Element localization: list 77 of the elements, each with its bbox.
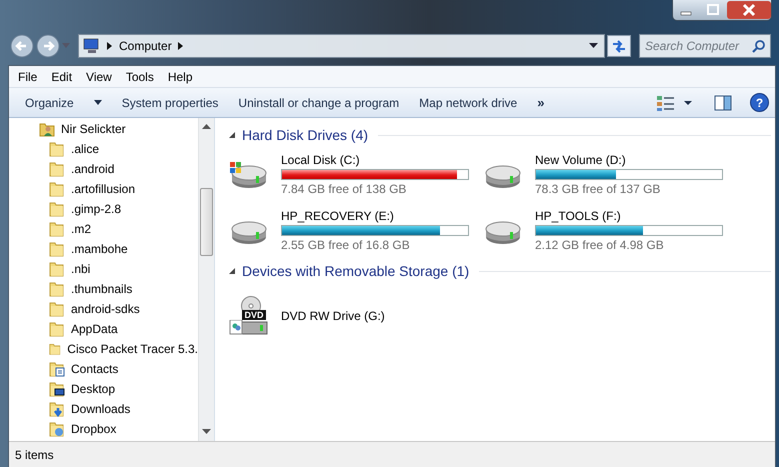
- tree-item[interactable]: Dropbox: [49, 419, 198, 439]
- folder-icon: [49, 341, 62, 357]
- free-space-text: 7.84 GB free of 138 GB: [281, 182, 408, 196]
- contacts-folder-icon: [49, 361, 65, 377]
- chevron-icon: [178, 42, 184, 50]
- dropbox-folder-icon: [49, 421, 65, 437]
- drive-drawing: [229, 320, 269, 336]
- tree-item[interactable]: .mambohe: [49, 239, 198, 259]
- collapse-icon[interactable]: [229, 132, 236, 138]
- folder-icon: [49, 201, 65, 217]
- tree-item[interactable]: Nir Selickter: [39, 119, 198, 139]
- menu-item[interactable]: View: [79, 70, 119, 84]
- tree-item[interactable]: .android: [49, 159, 198, 179]
- toolbar-button[interactable]: Map network drive: [411, 92, 526, 112]
- tree-item[interactable]: .artofillusion: [49, 179, 198, 199]
- folder-icon: [49, 181, 65, 197]
- tree-item[interactable]: .alice: [49, 139, 198, 159]
- drive-name[interactable]: New Volume (D:): [535, 152, 723, 166]
- tree-item[interactable]: android-sdks: [49, 299, 198, 319]
- more-button[interactable]: »: [529, 92, 552, 113]
- folder-icon: [49, 221, 65, 237]
- location-text: Computer: [119, 39, 172, 53]
- folder-icon: [49, 141, 65, 157]
- folder-icon: [49, 161, 65, 177]
- address-bar[interactable]: Computer: [78, 34, 605, 58]
- close-icon[interactable]: [727, 1, 771, 19]
- drive-name[interactable]: DVD RW Drive (G:): [281, 309, 385, 323]
- tree-item[interactable]: .gimp-2.8: [49, 199, 198, 219]
- scroll-down-icon[interactable]: [202, 429, 211, 435]
- drive-name[interactable]: Local Disk (C:): [281, 152, 469, 166]
- free-space-text: 78.3 GB free of 137 GB: [535, 182, 662, 196]
- toolbar-button[interactable]: System properties: [114, 92, 226, 112]
- folder-icon: [49, 321, 65, 337]
- tree-item[interactable]: Downloads: [49, 399, 198, 419]
- tree-item[interactable]: Desktop: [49, 379, 198, 399]
- search-icon: [752, 39, 766, 53]
- help-button[interactable]: ?: [750, 93, 769, 112]
- scrollbar-thumb[interactable]: [200, 188, 213, 256]
- status-text: 5 items: [9, 441, 775, 467]
- menu-item[interactable]: Edit: [44, 70, 80, 84]
- folder-icon: [49, 281, 65, 297]
- desktop-folder-icon: [49, 381, 65, 397]
- menu-item[interactable]: File: [11, 70, 44, 84]
- tree-item[interactable]: .thumbnails: [49, 279, 198, 299]
- tree-item[interactable]: AppData: [49, 319, 198, 339]
- drive-name[interactable]: HP_RECOVERY (E:): [281, 208, 469, 222]
- chevron-icon: [107, 42, 113, 50]
- folder-icon: [49, 301, 65, 317]
- toolbar-button[interactable]: Uninstall or change a program: [230, 92, 408, 112]
- search-field[interactable]: Search Computer: [639, 34, 771, 58]
- folder-icon: [49, 261, 65, 277]
- downloads-folder-icon: [49, 401, 65, 417]
- collapse-icon[interactable]: [229, 268, 236, 274]
- free-space-text: 2.12 GB free of 4.98 GB: [535, 238, 665, 252]
- computer-icon: [83, 38, 101, 54]
- organize-button[interactable]: Organize: [17, 92, 110, 112]
- refresh-icon[interactable]: [607, 35, 631, 57]
- back-icon[interactable]: [10, 34, 34, 58]
- tree-item[interactable]: .m2: [49, 219, 198, 239]
- user-folder-icon: [39, 121, 55, 137]
- dropdown-icon[interactable]: [589, 43, 598, 49]
- group-heading[interactable]: Devices with Removable Storage (1): [242, 263, 470, 279]
- drive-name[interactable]: HP_TOOLS (F:): [535, 208, 723, 222]
- tree-item[interactable]: Contacts: [49, 359, 198, 379]
- menu-item[interactable]: Help: [160, 70, 200, 84]
- preview-pane-icon[interactable]: [714, 94, 732, 110]
- tree-item[interactable]: .nbi: [49, 259, 198, 279]
- free-space-text: 2.55 GB free of 16.8 GB: [281, 238, 411, 252]
- tree-item[interactable]: Cisco Packet Tracer 5.3.: [49, 339, 198, 359]
- scroll-up-icon[interactable]: [202, 124, 211, 130]
- dvd-label: DVD: [242, 310, 266, 320]
- group-heading[interactable]: Hard Disk Drives (4): [242, 127, 368, 143]
- dropdown-icon: [94, 100, 102, 105]
- forward-icon[interactable]: [36, 34, 60, 58]
- folder-icon: [49, 241, 65, 257]
- menu-item[interactable]: Tools: [118, 70, 161, 84]
- windows-disk-icon: [229, 159, 269, 189]
